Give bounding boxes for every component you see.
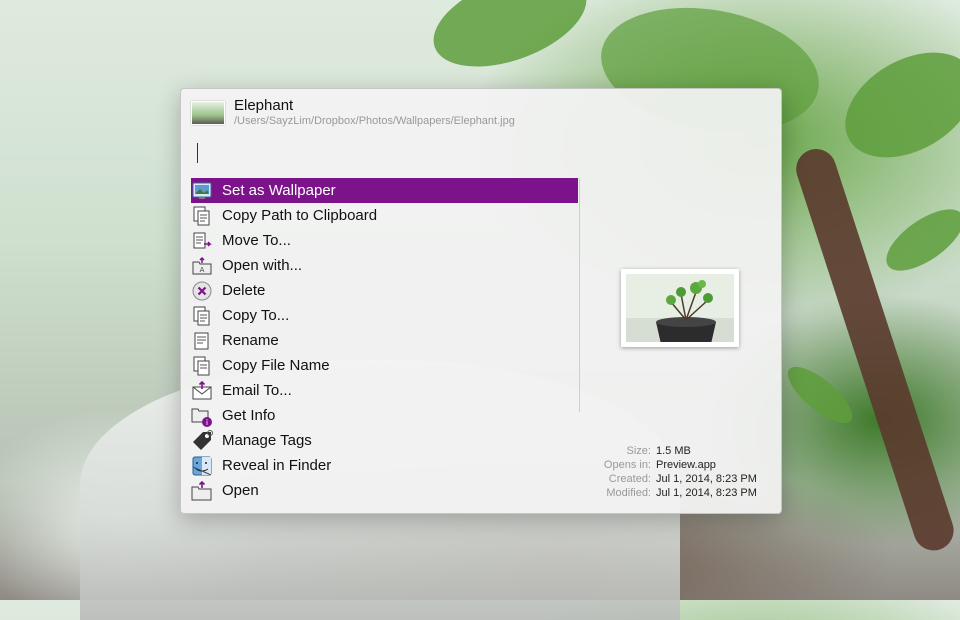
copy-file-icon <box>191 305 213 327</box>
image-preview <box>621 269 739 347</box>
delete-icon <box>191 280 213 302</box>
action-email-to[interactable]: Email To... <box>191 378 578 403</box>
modified-date: Jul 1, 2014, 8:23 PM <box>656 487 757 499</box>
copy-path-icon <box>191 205 213 227</box>
action-copy-to[interactable]: Copy To... <box>191 303 578 328</box>
background-leaf <box>779 357 861 433</box>
action-panel: Elephant /Users/SayzLim/Dropbox/Photos/W… <box>180 88 782 514</box>
action-set-as-wallpaper[interactable]: Set as Wallpaper <box>191 178 578 203</box>
svg-text:i: i <box>206 418 208 427</box>
email-icon <box>191 380 213 402</box>
action-rename[interactable]: Rename <box>191 328 578 353</box>
action-copy-file-name[interactable]: Copy File Name <box>191 353 578 378</box>
action-get-info[interactable]: i Get Info <box>191 403 578 428</box>
info-icon: i <box>191 405 213 427</box>
rename-icon <box>191 330 213 352</box>
open-with-icon: A <box>191 255 213 277</box>
background-leaf <box>421 0 599 85</box>
file-path: /Users/SayzLim/Dropbox/Photos/Wallpapers… <box>234 115 515 127</box>
action-delete[interactable]: Delete <box>191 278 578 303</box>
tag-icon <box>191 429 213 452</box>
file-size: 1.5 MB <box>656 445 691 457</box>
text-caret <box>197 143 198 163</box>
background-stem <box>790 143 959 556</box>
action-open[interactable]: Open <box>191 478 578 503</box>
svg-text:A: A <box>200 266 205 274</box>
opens-in-app: Preview.app <box>656 459 716 471</box>
move-file-icon <box>191 230 213 252</box>
action-open-with[interactable]: A Open with... <box>191 253 578 278</box>
search-input[interactable] <box>191 139 571 167</box>
pane-divider <box>579 178 580 412</box>
finder-icon <box>191 455 213 477</box>
action-list: Set as Wallpaper Copy Path to Clipboard … <box>191 178 578 503</box>
wallpaper-icon <box>191 180 213 202</box>
action-copy-path[interactable]: Copy Path to Clipboard <box>191 203 578 228</box>
action-move-to[interactable]: Move To... <box>191 228 578 253</box>
file-thumbnail <box>191 101 225 125</box>
file-metadata: Size: 1.5 MB Opens in: Preview.app Created… <box>603 445 757 499</box>
open-folder-icon <box>191 480 213 502</box>
created-date: Jul 1, 2014, 8:23 PM <box>656 473 757 485</box>
file-title: Elephant <box>234 97 294 114</box>
action-reveal-in-finder[interactable]: Reveal in Finder <box>191 453 578 478</box>
copy-name-icon <box>191 355 213 377</box>
action-manage-tags[interactable]: Manage Tags <box>191 428 578 453</box>
background-leaf <box>876 197 960 283</box>
background-leaf <box>826 31 960 179</box>
